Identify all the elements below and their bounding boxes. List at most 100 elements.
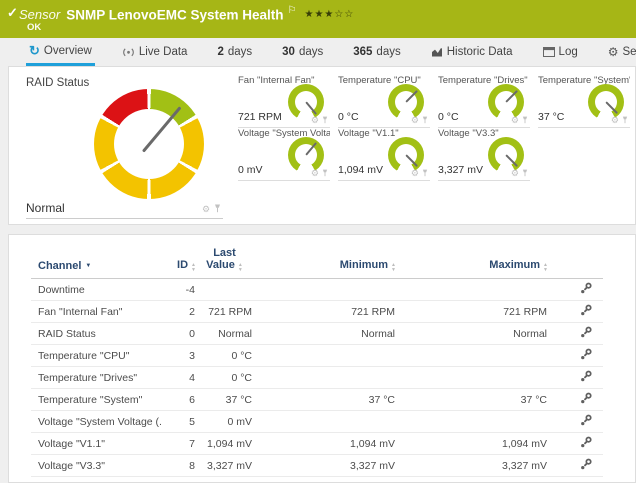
last-value: 0 °C [196,345,253,367]
maximum-value: 1,094 mV [396,433,548,455]
raid-status-gauge [94,89,204,199]
pin-icon[interactable] [522,169,528,177]
channel-id: 3 [161,345,196,367]
gear-icon: ⚙ [608,47,619,57]
pin-icon[interactable] [422,169,428,177]
gauge-value: 0 °C [438,111,459,123]
tab-label: Overview [44,45,92,57]
tab-30-days[interactable]: 30 days [279,38,326,66]
gauge-tile-voltage-v3-3: Voltage "V3.3" 3,327 mV ⚙ [438,128,530,181]
last-value: 721 RPM [196,301,253,323]
maximum-value: 3,327 mV [396,455,548,477]
tab-settings[interactable]: ⚙ Settings [605,38,636,66]
pin-icon[interactable] [522,116,528,124]
log-icon [543,47,555,57]
gear-icon[interactable]: ⚙ [611,116,619,124]
status-ok-icon: ✓ [7,5,18,21]
maximum-value [396,411,548,433]
tab-365-days[interactable]: 365 days [350,38,403,66]
gauge-value: 1,094 mV [338,164,383,176]
maximum-value: Normal [396,323,548,345]
last-value: 0 mV [196,411,253,433]
gauge-tile-fan-internal-fan: Fan "Internal Fan" 721 RPM ⚙ [238,75,330,128]
gear-icon[interactable]: ⚙ [411,169,419,177]
channel-name: Temperature "Drives" [31,367,161,389]
minimum-value [253,367,396,389]
divider [26,218,223,219]
gauge-needle [405,90,418,103]
pin-icon[interactable] [622,116,628,124]
channel-settings-icon[interactable] [580,458,593,471]
channel-settings-icon[interactable] [580,304,593,317]
pin-icon[interactable] [322,116,328,124]
column-header-minimum[interactable]: Minimum▲▼ [253,247,396,279]
column-header-channel[interactable]: Channel▼ [31,247,161,279]
gauge-tile-temperature-system: Temperature "System" 37 °C ⚙ [538,75,630,128]
channel-name: Voltage "System Voltage (... [31,411,161,433]
sort-icon: ▲▼ [391,263,396,272]
table-row: Downtime -4 [31,279,603,301]
table-row: Voltage "V1.1" 7 1,094 mV 1,094 mV 1,094… [31,433,603,455]
gauge-title: Voltage "V3.3" [438,128,530,139]
channel-settings-icon[interactable] [580,326,593,339]
channel-name: Temperature "CPU" [31,345,161,367]
tab-2-days[interactable]: 2 days [214,38,255,66]
gauge-grid: Fan "Internal Fan" 721 RPM ⚙ Temperature… [238,75,635,181]
channel-settings-icon[interactable] [580,370,593,383]
overview-panel: RAID Status Normal ⚙ Fan "Internal Fan" … [8,66,636,225]
gear-icon[interactable]: ⚙ [411,116,419,124]
table-row: Voltage "V3.3" 8 3,327 mV 3,327 mV 3,327… [31,455,603,477]
gear-icon[interactable]: ⚙ [202,205,210,213]
gear-icon[interactable]: ⚙ [311,116,319,124]
table-header-row: Channel▼ ID▲▼ LastValue▲▼ Minimum▲▼ Maxi… [31,247,603,279]
gauge-title: Fan "Internal Fan" [238,75,330,86]
table-row: RAID Status 0 Normal Normal Normal [31,323,603,345]
priority-star-rating[interactable]: ★★★☆☆ [304,9,354,20]
table-row: Fan "Internal Fan" 2 721 RPM 721 RPM 721… [31,301,603,323]
gauge-value: 3,327 mV [438,164,483,176]
overview-icon: ↻ [29,46,40,56]
gauge-tile-temperature-drives: Temperature "Drives" 0 °C ⚙ [438,75,530,128]
gear-icon[interactable]: ⚙ [511,116,519,124]
table-row: Voltage "System Voltage (... 5 0 mV [31,411,603,433]
channel-settings-icon[interactable] [580,348,593,361]
tab-log[interactable]: Log [540,38,581,66]
gauge-needle [305,142,317,156]
table-row: Temperature "System" 6 37 °C 37 °C 37 °C [31,389,603,411]
gauge-value: 0 °C [338,111,359,123]
maximum-value: 37 °C [396,389,548,411]
gauge-needle [305,101,317,115]
channel-settings-icon[interactable] [580,392,593,405]
column-header-maximum[interactable]: Maximum▲▼ [396,247,548,279]
maximum-value [396,345,548,367]
minimum-value [253,411,396,433]
tab-historic-data[interactable]: Historic Data [428,38,516,66]
pin-icon[interactable] [422,116,428,124]
tab-num: 2 [217,46,223,58]
minimum-value [253,345,396,367]
channel-settings-icon[interactable] [580,282,593,295]
gear-icon[interactable]: ⚙ [511,169,519,177]
channel-id: -4 [161,279,196,301]
channel-name: RAID Status [31,323,161,345]
tab-label: days [299,46,323,58]
gear-icon[interactable]: ⚙ [311,169,319,177]
priority-flag-icon[interactable]: ⚐ [288,5,297,16]
tab-overview[interactable]: ↻ Overview [26,38,95,66]
gauge-title: Temperature "System" [538,75,630,86]
pin-icon[interactable] [322,169,328,177]
tab-label: Live Data [139,46,188,58]
channel-id: 8 [161,455,196,477]
gauge-tile-voltage-system: Voltage "System Voltage (12... 0 mV ⚙ [238,128,330,181]
last-value: 0 °C [196,367,253,389]
column-header-last-value[interactable]: LastValue▲▼ [196,247,253,279]
channel-settings-icon[interactable] [580,414,593,427]
gauge-value: 37 °C [538,111,564,123]
minimum-value [253,279,396,301]
column-header-id[interactable]: ID▲▼ [161,247,196,279]
pin-icon[interactable] [214,204,221,213]
channel-id: 6 [161,389,196,411]
tab-live-data[interactable]: Live Data [119,38,191,66]
maximum-value [396,367,548,389]
channel-settings-icon[interactable] [580,436,593,449]
